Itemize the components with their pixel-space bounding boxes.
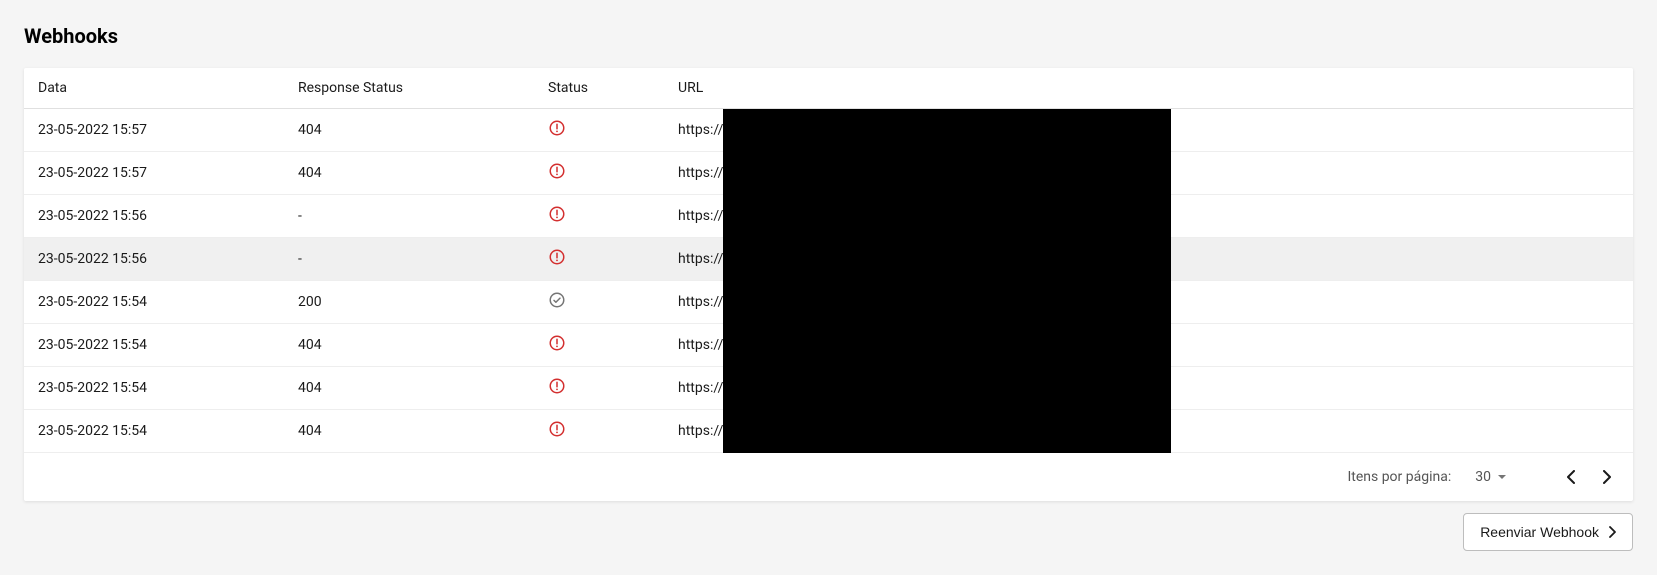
alert-circle-icon — [548, 377, 566, 395]
table-row[interactable]: 23-05-2022 15:54404 https:// — [24, 324, 1633, 367]
cell-status — [534, 324, 664, 367]
cell-status — [534, 281, 664, 324]
cell-data: 23-05-2022 15:57 — [24, 152, 284, 195]
cell-url: https:// — [664, 109, 1633, 152]
url-text: https:// — [678, 380, 723, 396]
chevron-right-icon — [1609, 526, 1616, 538]
cell-response-status: 404 — [284, 410, 534, 453]
cell-data: 23-05-2022 15:54 — [24, 281, 284, 324]
pagination: Itens por página: 30 — [24, 453, 1633, 501]
table-row[interactable]: 23-05-2022 15:57404 https:// — [24, 109, 1633, 152]
cell-status — [534, 410, 664, 453]
table-header-row: Data Response Status Status URL — [24, 68, 1633, 109]
table-row[interactable]: 23-05-2022 15:54404 https:// — [24, 367, 1633, 410]
cell-response-status: 404 — [284, 324, 534, 367]
url-text: https:// — [678, 208, 723, 224]
cell-data: 23-05-2022 15:57 — [24, 109, 284, 152]
cell-data: 23-05-2022 15:56 — [24, 238, 284, 281]
cell-response-status: - — [284, 238, 534, 281]
cell-url: https:// — [664, 324, 1633, 367]
chevron-left-icon — [1567, 470, 1575, 484]
alert-circle-icon — [548, 420, 566, 438]
table-row[interactable]: 23-05-2022 15:57404 https:// — [24, 152, 1633, 195]
resend-webhook-button[interactable]: Reenviar Webhook — [1463, 513, 1633, 551]
cell-url: https:// — [664, 410, 1633, 453]
items-per-page-select[interactable]: 30 — [1475, 469, 1507, 485]
column-header-data: Data — [24, 68, 284, 109]
column-header-status: Status — [534, 68, 664, 109]
url-text: https:// — [678, 294, 723, 310]
page-title: Webhooks — [24, 24, 1633, 48]
cell-url: https:// — [664, 238, 1633, 281]
cell-status — [534, 238, 664, 281]
chevron-right-icon — [1603, 470, 1611, 484]
table-row[interactable]: 23-05-2022 15:54200 https:// — [24, 281, 1633, 324]
url-text: https:// — [678, 251, 723, 267]
column-header-url: URL — [664, 68, 1633, 109]
cell-url: https:// — [664, 367, 1633, 410]
cell-url: https:// — [664, 195, 1633, 238]
url-text: https:// — [678, 122, 723, 138]
column-header-response-status: Response Status — [284, 68, 534, 109]
cell-url: https:// — [664, 152, 1633, 195]
table-row[interactable]: 23-05-2022 15:56- https:// — [24, 238, 1633, 281]
url-text: https:// — [678, 165, 723, 181]
alert-circle-icon — [548, 119, 566, 137]
webhooks-table: Data Response Status Status URL 23-05-20… — [24, 68, 1633, 453]
cell-data: 23-05-2022 15:54 — [24, 324, 284, 367]
alert-circle-icon — [548, 248, 566, 266]
cell-response-status: 404 — [284, 367, 534, 410]
cell-status — [534, 195, 664, 238]
alert-circle-icon — [548, 205, 566, 223]
items-per-page-label: Itens por página: — [1347, 469, 1451, 485]
url-text: https:// — [678, 423, 723, 439]
items-per-page-value: 30 — [1475, 469, 1491, 485]
cell-data: 23-05-2022 15:54 — [24, 410, 284, 453]
cell-status — [534, 367, 664, 410]
table-row[interactable]: 23-05-2022 15:56- https:// — [24, 195, 1633, 238]
alert-circle-icon — [548, 334, 566, 352]
cell-response-status: 200 — [284, 281, 534, 324]
cell-data: 23-05-2022 15:54 — [24, 367, 284, 410]
cell-status — [534, 152, 664, 195]
cell-response-status: - — [284, 195, 534, 238]
cell-status — [534, 109, 664, 152]
cell-data: 23-05-2022 15:56 — [24, 195, 284, 238]
caret-down-icon — [1497, 474, 1507, 480]
webhooks-card: Data Response Status Status URL 23-05-20… — [24, 68, 1633, 501]
resend-webhook-label: Reenviar Webhook — [1480, 524, 1599, 540]
url-text: https:// — [678, 337, 723, 353]
table-row[interactable]: 23-05-2022 15:54404 https:// — [24, 410, 1633, 453]
next-page-button[interactable] — [1597, 467, 1617, 487]
alert-circle-icon — [548, 162, 566, 180]
cell-url: https:// — [664, 281, 1633, 324]
check-circle-icon — [548, 291, 566, 309]
cell-response-status: 404 — [284, 109, 534, 152]
cell-response-status: 404 — [284, 152, 534, 195]
prev-page-button[interactable] — [1561, 467, 1581, 487]
